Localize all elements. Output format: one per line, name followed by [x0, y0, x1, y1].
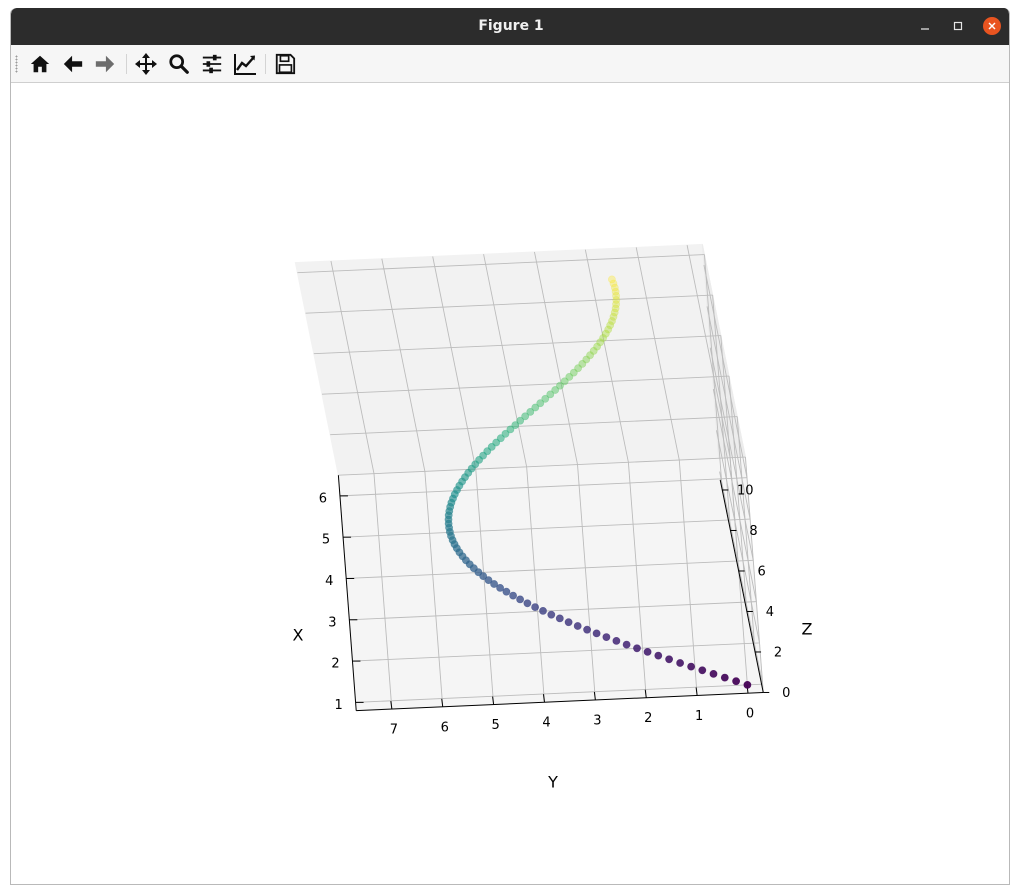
- y-tick-label: 6: [441, 720, 449, 735]
- plot-canvas[interactable]: 1 2 3 4 5 6 7 6 5 4 3 2 1 0 0 2 4 6 8 10 X Y Z: [11, 83, 1010, 883]
- toolbar-separator: [265, 54, 266, 74]
- scatter-point: [602, 633, 611, 641]
- scatter-point: [608, 275, 616, 284]
- scatter-point: [720, 673, 729, 682]
- maximize-icon: [953, 21, 963, 31]
- scatter-point: [547, 610, 556, 619]
- y-tick-label: 3: [593, 713, 601, 728]
- scatter-point: [523, 599, 532, 608]
- x-axis-label: X: [293, 626, 304, 645]
- arrow-right-icon: [95, 55, 115, 73]
- back-button[interactable]: [59, 50, 87, 78]
- y-tick-label: 0: [746, 707, 754, 722]
- y-tick-label: 2: [644, 711, 652, 726]
- zoom-button[interactable]: [165, 50, 193, 78]
- sliders-icon: [202, 54, 222, 74]
- x-tick-label: 2: [331, 657, 339, 672]
- close-icon: [988, 22, 996, 30]
- minimize-icon: [921, 28, 929, 30]
- scatter-point: [531, 603, 539, 611]
- y-tick-label: 7: [390, 723, 398, 738]
- pane-x: [294, 243, 747, 476]
- figure-window: Figure 1 1 2 3 4 5 6 7 6 5 4 3 2 1 0 0 2…: [10, 8, 1010, 885]
- y-axis-label: Y: [547, 773, 558, 792]
- line-chart-icon: [234, 54, 256, 75]
- scatter-3d-chart[interactable]: 1234567 6 5 4 3 2 1 00246810XYZ: [11, 83, 1010, 883]
- y-tick-label: 1: [695, 709, 703, 724]
- toolbar-grip[interactable]: [15, 55, 18, 73]
- floppy-disk-icon: [275, 53, 296, 75]
- title-bar: Figure 1: [11, 8, 1009, 45]
- scatter-point: [583, 625, 591, 634]
- y-tick-label: 5: [491, 718, 499, 733]
- x-tick-label: 4: [325, 574, 333, 589]
- save-button[interactable]: [271, 50, 299, 78]
- z-tick-label: 10: [737, 483, 754, 498]
- magnifier-icon: [169, 54, 189, 74]
- scatter-point: [687, 662, 695, 671]
- scatter-point: [743, 681, 752, 689]
- scatter-point: [622, 640, 631, 649]
- scatter-point: [709, 670, 718, 678]
- z-tick-label: 0: [782, 686, 790, 701]
- scatter-point: [564, 618, 573, 627]
- scatter-point: [654, 651, 663, 660]
- maximize-button[interactable]: [948, 16, 968, 36]
- scatter-point: [665, 655, 673, 664]
- window-title: Figure 1: [478, 18, 544, 34]
- minimize-button[interactable]: [915, 16, 935, 36]
- pan-button[interactable]: [132, 50, 160, 78]
- scatter-point: [732, 677, 740, 686]
- home-button[interactable]: [26, 50, 54, 78]
- z-tick-label: 2: [774, 645, 782, 660]
- customize-button[interactable]: [231, 50, 259, 78]
- z-axis-label: Z: [802, 620, 813, 639]
- arrow-left-icon: [63, 55, 83, 73]
- navigation-toolbar: [11, 45, 1009, 83]
- home-icon: [30, 55, 50, 73]
- scatter-point: [643, 648, 652, 656]
- scatter-point: [516, 595, 524, 604]
- x-tick-label: 5: [322, 533, 330, 548]
- y-tick-label: 4: [542, 716, 550, 731]
- x-tick-label: 1: [334, 698, 342, 713]
- close-button[interactable]: [982, 16, 1002, 36]
- z-tick-label: 6: [758, 564, 766, 579]
- subplots-button[interactable]: [198, 50, 226, 78]
- forward-button[interactable]: [91, 50, 119, 78]
- z-tick-label: 4: [766, 605, 774, 620]
- scatter-point: [612, 637, 621, 645]
- scatter-point: [698, 666, 707, 675]
- scatter-point: [539, 607, 547, 615]
- z-tick-label: 8: [749, 524, 757, 539]
- scatter-point: [633, 644, 641, 653]
- scatter-point: [509, 591, 517, 600]
- scatter-point: [555, 614, 564, 623]
- scatter-point: [592, 629, 601, 638]
- x-tick-label: 3: [328, 615, 336, 630]
- scatter-point: [502, 587, 511, 596]
- move-icon: [135, 53, 157, 75]
- scatter-point: [676, 659, 684, 667]
- scatter-point: [573, 622, 582, 630]
- toolbar-separator: [126, 54, 127, 74]
- x-tick-label: 6: [319, 491, 327, 506]
